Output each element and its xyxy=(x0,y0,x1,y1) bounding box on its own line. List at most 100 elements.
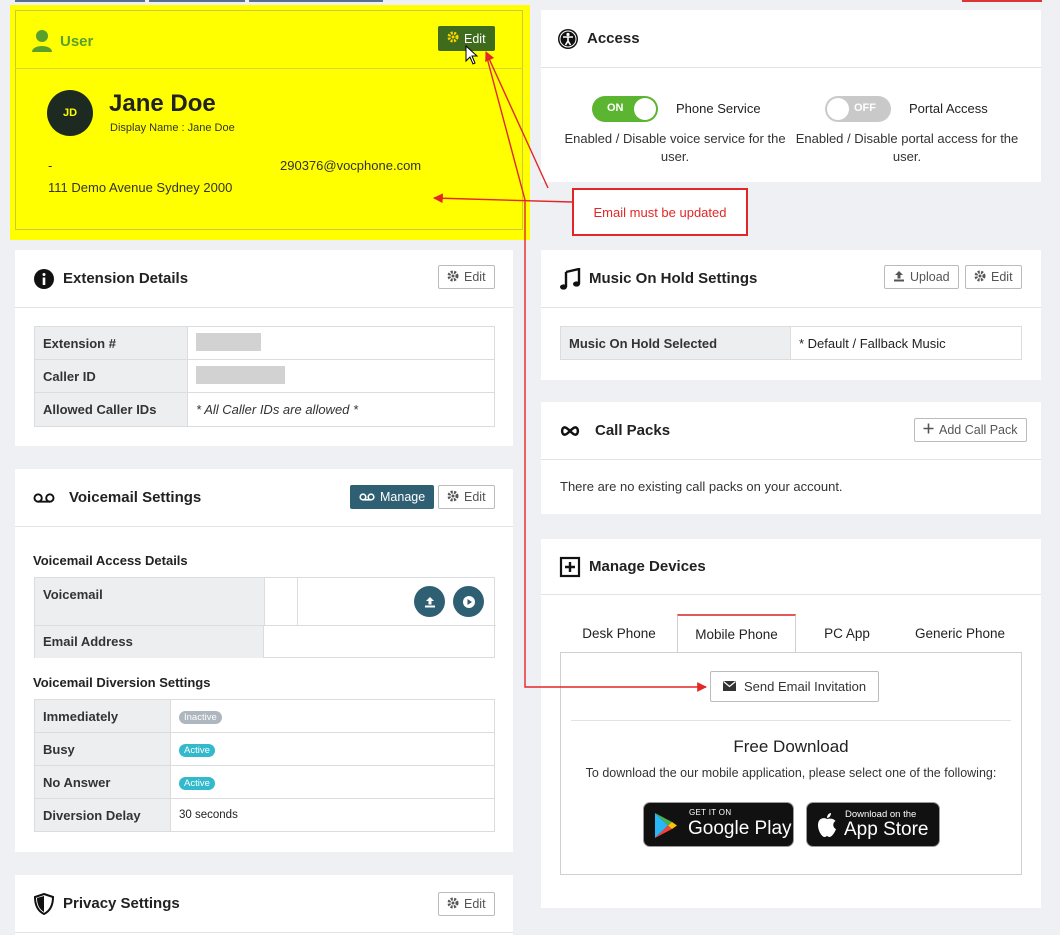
accessibility-icon xyxy=(557,28,579,50)
google-play-small-text: GET IT ON xyxy=(689,808,732,817)
privacy-edit-button[interactable]: Edit xyxy=(438,892,495,916)
extension-table: Extension # Caller ID Allowed Caller IDs… xyxy=(34,326,495,427)
privacy-settings-title: Privacy Settings xyxy=(63,895,180,912)
voicemail-edit-label: Edit xyxy=(464,490,486,504)
diversion-no-answer-key: No Answer xyxy=(34,765,171,799)
free-download-title: Free Download xyxy=(733,737,849,756)
info-icon xyxy=(33,268,55,290)
privacy-settings-card: Privacy Settings Edit xyxy=(15,875,513,935)
table-row: Immediately Inactive xyxy=(34,699,495,733)
diversion-busy-key: Busy xyxy=(34,732,171,766)
status-badge: Active xyxy=(179,744,215,757)
add-call-pack-button[interactable]: Add Call Pack xyxy=(914,418,1027,442)
send-email-invitation-label: Send Email Invitation xyxy=(744,679,867,694)
email-address-key: Email Address xyxy=(35,626,264,658)
portal-access-toggle[interactable]: OFF xyxy=(825,96,891,122)
gear-icon xyxy=(974,270,986,285)
phone-service-toggle-state: ON xyxy=(607,102,624,114)
voicemail-edit-button[interactable]: Edit xyxy=(438,485,495,509)
moh-upload-label: Upload xyxy=(910,270,950,284)
moh-selected-value: * Default / Fallback Music xyxy=(790,326,1022,360)
gear-icon xyxy=(447,31,459,46)
diversion-delay-value: 30 seconds xyxy=(170,798,495,832)
user-email: 290376@vocphone.com xyxy=(280,158,422,173)
extension-edit-button[interactable]: Edit xyxy=(438,265,495,289)
user-icon xyxy=(31,29,53,56)
table-row: Diversion Delay 30 seconds xyxy=(34,798,495,832)
google-play-badge[interactable]: GET IT ON Google Play xyxy=(643,802,794,847)
allowed-caller-ids-value: * All Caller IDs are allowed * xyxy=(187,392,495,427)
send-email-invitation-button[interactable]: Send Email Invitation xyxy=(710,671,880,702)
manage-devices-title: Manage Devices xyxy=(589,558,706,575)
access-card-title: Access xyxy=(587,30,640,47)
app-store-badge[interactable]: Download on the App Store xyxy=(806,802,940,847)
extension-details-title: Extension Details xyxy=(63,270,189,287)
infinity-icon xyxy=(559,420,581,442)
table-row: Allowed Caller IDs * All Caller IDs are … xyxy=(34,392,495,427)
top-tab-strip xyxy=(15,0,145,2)
tab-desk-phone[interactable]: Desk Phone xyxy=(563,614,675,652)
diversion-delay-key: Diversion Delay xyxy=(34,798,171,832)
voicemail-upload-button[interactable] xyxy=(414,586,445,617)
avatar: JD xyxy=(47,90,93,136)
status-badge: Active xyxy=(179,777,215,790)
user-card-title: User xyxy=(60,33,94,50)
phone-service-label: Phone Service xyxy=(676,101,761,116)
portal-access-description: Enabled / Disable portal access for the … xyxy=(795,131,1019,164)
voicemail-access-heading: Voicemail Access Details xyxy=(33,553,188,568)
moh-table: Music On Hold Selected * Default / Fallb… xyxy=(560,326,1022,360)
google-play-big-text: Google Play xyxy=(688,818,792,839)
app-store-big-text: App Store xyxy=(844,819,929,840)
status-badge: Inactive xyxy=(179,711,222,724)
tab-pc-app[interactable]: PC App xyxy=(797,614,897,652)
tab-generic-phone[interactable]: Generic Phone xyxy=(900,614,1020,652)
apple-icon xyxy=(816,812,838,841)
voicemail-diversion-table: Immediately Inactive Busy Active No Answ… xyxy=(34,699,495,832)
voicemail-manage-button[interactable]: Manage xyxy=(350,485,435,509)
user-phone: - xyxy=(48,158,53,173)
tab-mobile-phone[interactable]: Mobile Phone xyxy=(677,614,796,652)
voicemail-diversion-heading: Voicemail Diversion Settings xyxy=(33,675,211,690)
table-row: Caller ID xyxy=(34,359,495,393)
extension-edit-label: Edit xyxy=(464,270,486,284)
music-on-hold-card: Music On Hold Settings Upload Edit Music… xyxy=(541,250,1041,380)
top-tab-strip xyxy=(249,0,383,2)
top-tab-strip xyxy=(149,0,245,2)
extension-value xyxy=(187,326,495,360)
gear-icon xyxy=(447,897,459,912)
access-card: Access ON Phone Service Enabled / Disabl… xyxy=(541,10,1041,182)
user-full-name: Jane Doe xyxy=(109,90,216,117)
voicemail-settings-title: Voicemail Settings xyxy=(69,489,202,506)
table-row: Busy Active xyxy=(34,732,495,766)
phone-service-toggle[interactable]: ON xyxy=(592,96,658,122)
moh-upload-button[interactable]: Upload xyxy=(884,265,959,289)
table-row: Music On Hold Selected * Default / Fallb… xyxy=(560,326,1022,360)
user-address: 111 Demo Avenue Sydney 2000 xyxy=(48,180,233,195)
voicemail-access-table: Voicemail Email Address xyxy=(34,577,496,658)
voicemail-play-button[interactable] xyxy=(453,586,484,617)
extension-key: Extension # xyxy=(34,326,188,360)
call-packs-card: Call Packs Add Call Pack There are no ex… xyxy=(541,402,1041,514)
free-download-description: To download the our mobile application, … xyxy=(585,766,997,780)
portal-access-label: Portal Access xyxy=(909,101,988,116)
annotation-text: Email must be updated xyxy=(593,204,727,220)
gear-icon xyxy=(447,270,459,285)
gear-icon xyxy=(447,490,459,505)
avatar-initials: JD xyxy=(62,107,78,119)
upload-icon xyxy=(893,270,905,285)
envelope-icon xyxy=(723,679,736,694)
table-row: No Answer Active xyxy=(34,765,495,799)
plus-icon xyxy=(923,423,934,437)
shield-icon xyxy=(33,892,55,915)
moh-edit-label: Edit xyxy=(991,270,1013,284)
privacy-edit-label: Edit xyxy=(464,897,486,911)
music-on-hold-title: Music On Hold Settings xyxy=(589,270,758,287)
call-packs-empty-text: There are no existing call packs on your… xyxy=(560,479,843,494)
caller-id-key: Caller ID xyxy=(34,359,188,393)
voicemail-settings-card: Voicemail Settings Manage Edit Voicemail… xyxy=(15,469,513,852)
caller-id-value xyxy=(187,359,495,393)
mouse-cursor-icon xyxy=(465,44,479,68)
user-edit-label: Edit xyxy=(464,31,486,46)
voicemail-manage-label: Manage xyxy=(380,490,426,504)
moh-edit-button[interactable]: Edit xyxy=(965,265,1022,289)
